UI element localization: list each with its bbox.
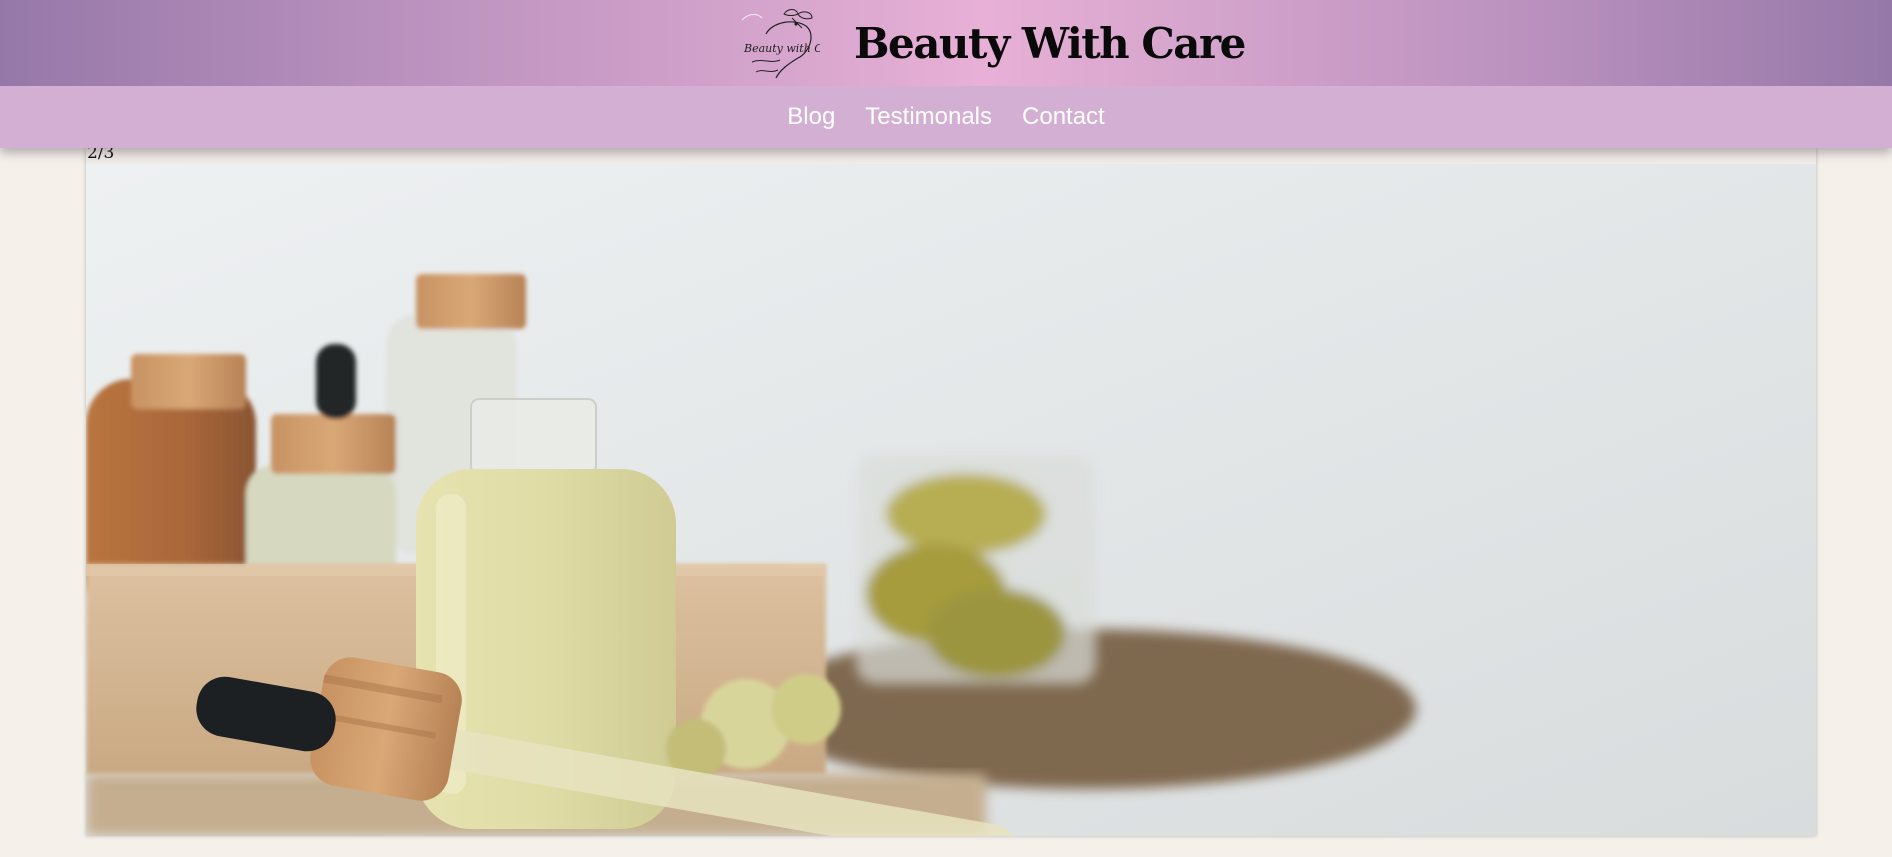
site-title: Beauty With Care [854, 18, 1246, 68]
nav-link-testimonials[interactable]: Testimonals [865, 103, 992, 131]
slideshow[interactable]: 2/3 [86, 143, 1816, 836]
brand: Beauty with Care Beauty With Care [732, 4, 1246, 82]
nav-link-contact[interactable]: Contact [1022, 103, 1105, 131]
site-header: Beauty with Care Beauty With Care [0, 0, 1892, 86]
logo-icon[interactable]: Beauty with Care [732, 4, 820, 82]
main-nav: Blog Testimonals Contact [0, 86, 1892, 148]
nav-link-blog[interactable]: Blog [787, 103, 835, 131]
slide-image [86, 164, 1816, 836]
logo-text: Beauty with Care [743, 42, 820, 55]
